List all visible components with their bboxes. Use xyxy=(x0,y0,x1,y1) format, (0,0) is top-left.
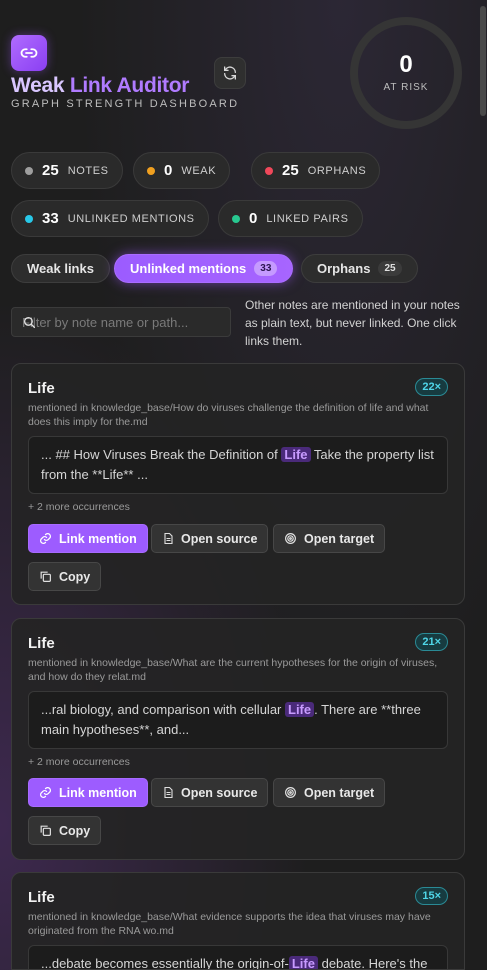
open-target-button[interactable]: Open target xyxy=(273,524,386,553)
risk-value: 0 xyxy=(399,51,413,78)
stat-unlinked-mentions: 33 UNLINKED MENTIONS xyxy=(11,200,209,237)
app-title: Weak Link Auditor xyxy=(11,74,190,97)
link-icon xyxy=(20,48,38,58)
status-dot xyxy=(232,214,240,223)
stat-weak: 0 WEAK xyxy=(133,152,231,189)
occurrence-count-badge: 21× xyxy=(415,633,448,651)
copy-icon xyxy=(40,571,51,582)
status-dot xyxy=(25,214,33,223)
scrollbar[interactable] xyxy=(480,6,486,116)
open-source-button[interactable]: Open source xyxy=(151,524,269,553)
open-target-button[interactable]: Open target xyxy=(273,778,386,807)
source-path: mentioned in knowledge_base/How do virus… xyxy=(28,402,429,428)
occurrence-count-badge: 15× xyxy=(415,887,448,905)
mention-highlight: Life xyxy=(281,447,311,462)
help-text: Other notes are mentioned in your notes … xyxy=(245,298,460,348)
status-dot xyxy=(25,166,33,175)
tab-weak-links[interactable]: Weak links xyxy=(11,254,110,283)
mention-card: Life 21× mentioned in knowledge_base/Wha… xyxy=(11,618,465,860)
source-path: mentioned in knowledge_base/What evidenc… xyxy=(28,911,431,937)
tab-unlinked-mentions[interactable]: Unlinked mentions 33 xyxy=(114,254,294,283)
occurrence-count-badge: 22× xyxy=(415,378,448,396)
mention-snippet: ...debate becomes essentially the origin… xyxy=(28,945,448,969)
stat-notes: 25 NOTES xyxy=(11,152,123,189)
card-title: Life xyxy=(28,635,55,652)
tab-orphans[interactable]: Orphans 25 xyxy=(301,254,418,283)
refresh-button[interactable] xyxy=(214,57,246,89)
copy-icon xyxy=(40,825,51,836)
tab-count-badge: 33 xyxy=(254,261,278,276)
mention-snippet: ... ## How Viruses Break the Definition … xyxy=(28,436,448,494)
app-logo xyxy=(11,35,47,71)
target-icon xyxy=(285,787,296,798)
filter-input[interactable] xyxy=(12,308,230,336)
mention-highlight: Life xyxy=(285,702,315,717)
document-icon xyxy=(164,532,173,545)
link-mention-button[interactable]: Link mention xyxy=(28,524,148,553)
more-occurrences: + 2 more occurrences xyxy=(28,756,130,768)
risk-label: AT RISK xyxy=(383,82,429,93)
copy-button[interactable]: Copy xyxy=(28,562,102,591)
stat-linked-pairs: 0 LINKED PAIRS xyxy=(218,200,363,237)
card-title: Life xyxy=(28,889,55,906)
status-dot xyxy=(147,166,155,175)
mention-snippet: ...ral biology, and comparison with cell… xyxy=(28,691,448,749)
link-icon xyxy=(40,787,51,798)
mention-card: Life 15× mentioned in knowledge_base/Wha… xyxy=(11,872,465,970)
more-occurrences: + 2 more occurrences xyxy=(28,501,130,513)
refresh-icon xyxy=(224,66,236,80)
search-icon xyxy=(23,316,36,329)
open-source-button[interactable]: Open source xyxy=(151,778,269,807)
filter-field[interactable] xyxy=(11,307,231,337)
card-title: Life xyxy=(28,380,55,397)
stat-orphans: 25 ORPHANS xyxy=(251,152,381,189)
status-dot xyxy=(265,166,273,175)
link-mention-button[interactable]: Link mention xyxy=(28,778,148,807)
source-path: mentioned in knowledge_base/What are the… xyxy=(28,657,438,683)
risk-gauge: 0 AT RISK xyxy=(350,17,462,129)
copy-button[interactable]: Copy xyxy=(28,816,102,845)
document-icon xyxy=(164,786,173,799)
target-icon xyxy=(285,533,296,544)
tab-count-badge: 25 xyxy=(378,261,402,276)
mention-highlight: Life xyxy=(288,956,318,969)
app-subtitle: GRAPH STRENGTH DASHBOARD xyxy=(11,98,240,110)
link-icon xyxy=(40,533,51,544)
mention-card: Life 22× mentioned in knowledge_base/How… xyxy=(11,363,465,605)
